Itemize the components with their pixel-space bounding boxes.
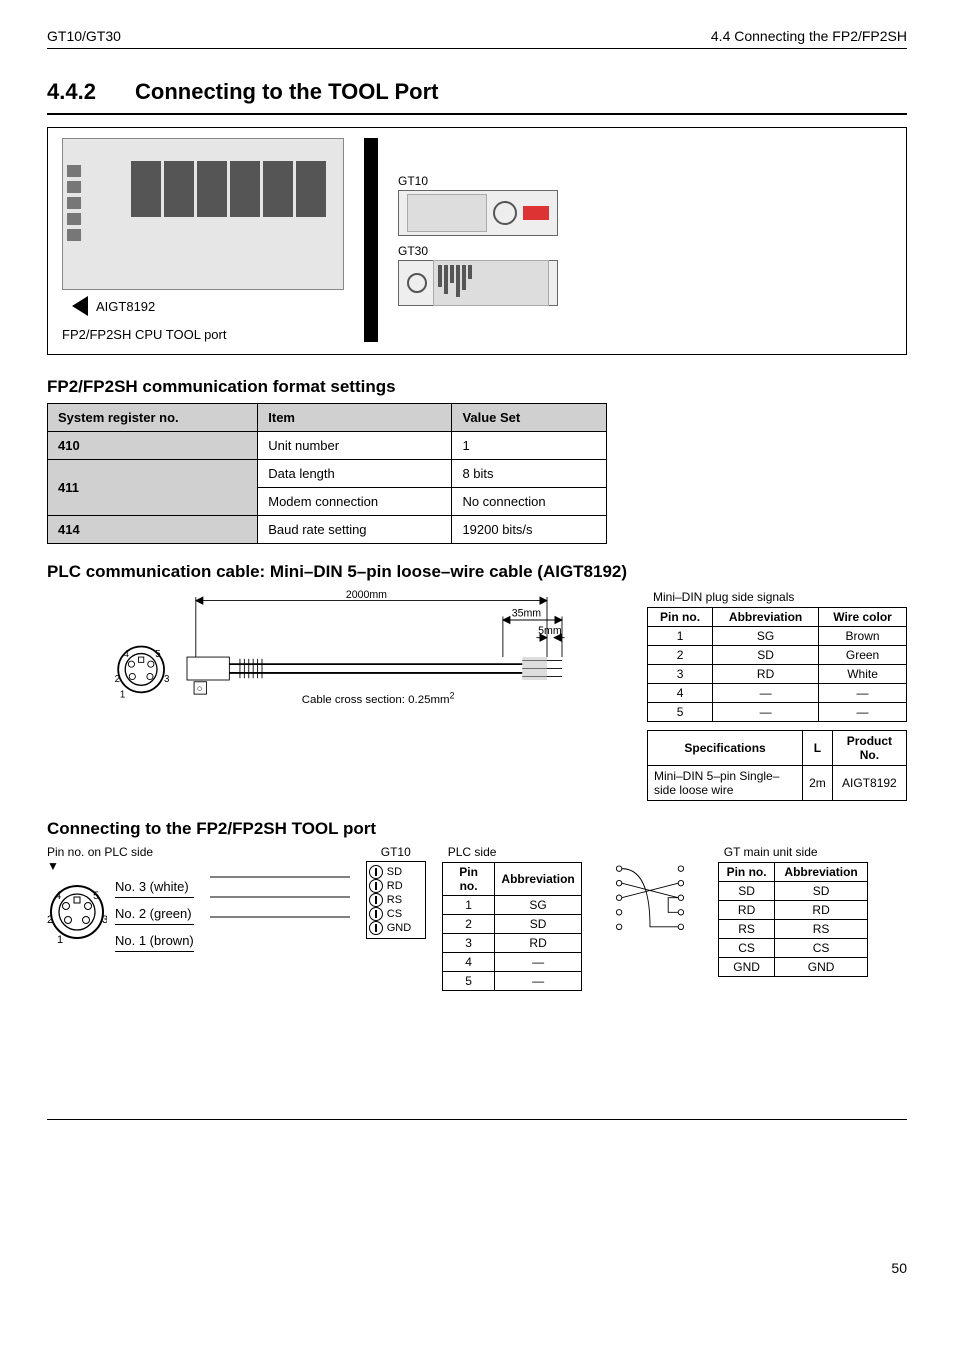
table-row: 410 Unit number 1: [48, 432, 607, 460]
settings-col-item: Item: [258, 404, 452, 432]
terminal-block: GT10 SD RD RS CS GND: [366, 845, 426, 939]
table-row: 414 Baud rate setting 19200 bits/s: [48, 516, 607, 544]
wiring-diagram: Pin no. on PLC side ▼ 2 3 4 5 1 No. 3 (whi…: [47, 845, 907, 999]
header-left: GT10/GT30: [47, 28, 121, 44]
table-row: GNDGND: [718, 958, 867, 977]
settings-col-value: Value Set: [452, 404, 607, 432]
connection-figure: AIGT8192 FP2/FP2SH CPU TOOL port GT10 GT…: [47, 127, 907, 355]
wire-row: No. 3 (white): [115, 877, 194, 898]
signals-table: Mini–DIN plug side signals Pin no. Abbre…: [647, 590, 907, 722]
table-row: SDSD: [718, 882, 867, 901]
arrow-left-icon: [72, 296, 88, 316]
svg-text:5: 5: [155, 649, 160, 660]
display-units: GT10 GT30: [398, 174, 558, 306]
table-row: 5—: [442, 972, 581, 991]
cross-section-exp: 2: [450, 691, 455, 701]
cable-pipe-icon: [364, 138, 378, 342]
table-row: 1SG: [442, 896, 581, 915]
table-row: 2SDGreen: [648, 646, 907, 665]
header-rule: [47, 48, 907, 49]
cable-svg: 2 1 3 4 5 ○: [47, 590, 627, 740]
signals-caption: Mini–DIN plug side signals: [647, 590, 907, 607]
table-row: 4——: [648, 684, 907, 703]
wire-row: No. 2 (green): [115, 904, 194, 925]
down-arrow-icon: ▼: [47, 859, 59, 873]
table-row: RSRS: [718, 920, 867, 939]
cable-product-label: AIGT8192: [96, 299, 155, 314]
section-number: 4.4.2: [47, 79, 107, 105]
connection-net: [610, 845, 690, 945]
table-row: 411 Data length 8 bits: [48, 460, 607, 488]
table-row: CSCS: [718, 939, 867, 958]
settings-col-reg: System register no.: [48, 404, 258, 432]
svg-text:3: 3: [102, 914, 107, 926]
table-row: 4—: [442, 953, 581, 972]
plc-side-table: PLC side Pin no.Abbreviation 1SG 2SD 3RD…: [442, 845, 582, 991]
gt30-label: GT30: [398, 244, 558, 258]
table-row: 3RDWhite: [648, 665, 907, 684]
gt10-label: GT10: [398, 174, 558, 188]
port-caption: FP2/FP2SH CPU TOOL port: [62, 327, 344, 342]
gt-side-caption: GT main unit side: [718, 845, 868, 862]
screw-icon: [369, 865, 383, 879]
svg-text:2: 2: [47, 914, 53, 926]
wire-row: No. 1 (brown): [115, 931, 194, 952]
plc-side-caption: PLC side: [442, 845, 582, 862]
svg-text:2: 2: [115, 674, 120, 685]
svg-text:3: 3: [164, 674, 169, 685]
tip-length-label: 5mm: [538, 625, 562, 637]
svg-text:Cable cross section: 0.25mm2: Cable cross section: 0.25mm2: [302, 691, 455, 706]
table-row: Mini–DIN 5–pin Single–side loose wire 2m…: [648, 766, 907, 801]
cable-info: Mini–DIN plug side signals Pin no. Abbre…: [647, 590, 907, 801]
table-row: 1SGBrown: [648, 627, 907, 646]
table-row: 5——: [648, 703, 907, 722]
cable-end-mark: ○: [197, 683, 203, 694]
screw-icon: [369, 921, 383, 935]
svg-text:5: 5: [93, 890, 99, 902]
footer-rule: [47, 1119, 907, 1120]
section-heading: 4.4.2 Connecting to the TOOL Port: [47, 79, 907, 115]
table-row: 3RD: [442, 934, 581, 953]
terminal-label: GT10: [366, 845, 426, 859]
screw-icon: [369, 879, 383, 893]
pin-caption: Pin no. on PLC side ▼: [47, 845, 194, 873]
cross-section-label: Cable cross section: 0.25mm: [302, 694, 450, 706]
header-right: 4.4 Connecting the FP2/FP2SH: [711, 28, 907, 44]
wire-lines: [210, 845, 350, 935]
page-number: 50: [47, 1260, 907, 1276]
settings-table: System register no. Item Value Set 410 U…: [47, 403, 607, 544]
gt-side-table: GT main unit side Pin no.Abbreviation SD…: [718, 845, 868, 977]
svg-text:1: 1: [57, 934, 63, 946]
screw-icon: [369, 907, 383, 921]
cable-length-label: 2000mm: [346, 590, 387, 601]
table-row: 2SD: [442, 915, 581, 934]
svg-text:1: 1: [120, 690, 125, 701]
cable-drawing: 2 1 3 4 5 ○: [47, 590, 627, 743]
strip-length-label: 35mm: [512, 607, 542, 619]
page-header: GT10/GT30 4.4 Connecting the FP2/FP2SH: [47, 28, 907, 44]
svg-text:4: 4: [55, 890, 61, 902]
section-title: Connecting to the TOOL Port: [135, 79, 439, 105]
table-row: RDRD: [718, 901, 867, 920]
svg-text:4: 4: [123, 649, 129, 660]
plc-illustration: AIGT8192 FP2/FP2SH CPU TOOL port: [62, 138, 344, 342]
settings-title: FP2/FP2SH communication format settings: [47, 377, 907, 397]
pinout-icon: 2 3 4 5 1: [47, 877, 107, 947]
spec-table: Specifications L Product No. Mini–DIN 5–…: [647, 730, 907, 801]
screw-icon: [369, 893, 383, 907]
wiring-title: Connecting to the FP2/FP2SH TOOL port: [47, 819, 907, 839]
gt10-unit: [398, 190, 558, 236]
cable-title: PLC communication cable: Mini–DIN 5–pin …: [47, 562, 907, 582]
gt30-unit: [398, 260, 558, 306]
